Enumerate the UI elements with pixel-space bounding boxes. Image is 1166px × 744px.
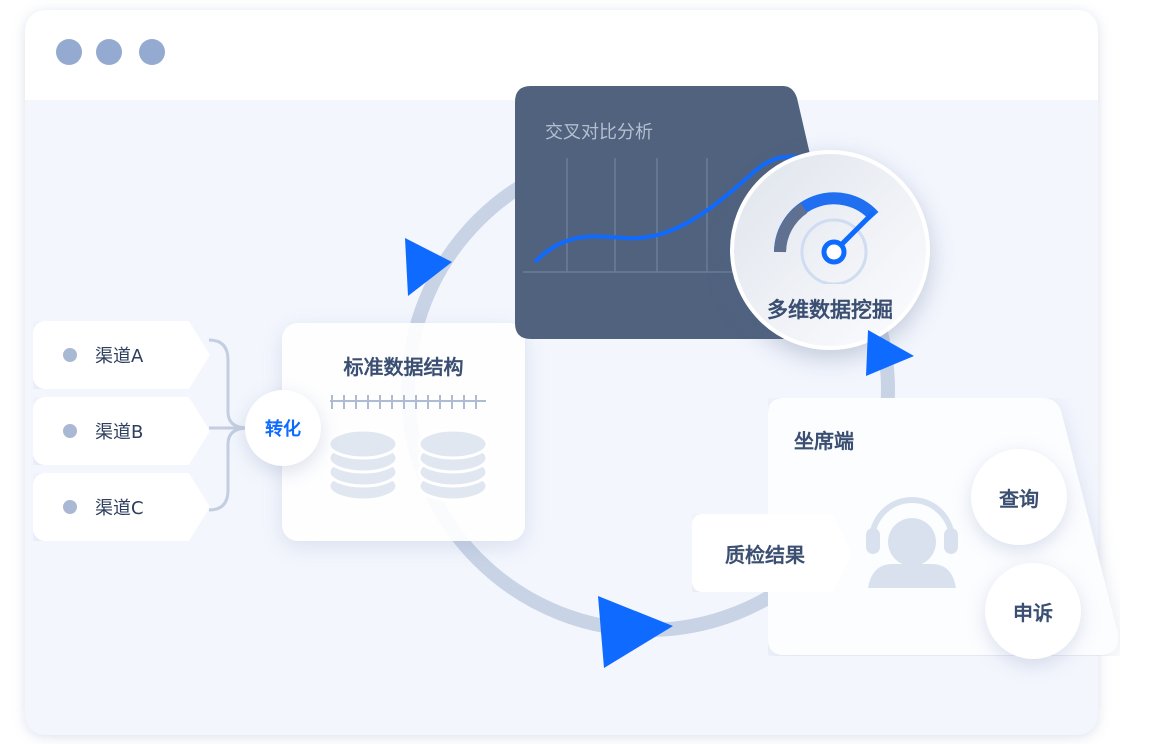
- database-icons: [327, 395, 489, 502]
- bracket-lines: [208, 338, 249, 512]
- channel-label: 渠道A: [95, 346, 144, 367]
- standard-title: 标准数据结构: [343, 355, 464, 379]
- channel-label: 渠道C: [95, 498, 144, 519]
- appeal-button[interactable]: 申诉: [985, 563, 1081, 659]
- agent-title: 坐席端: [794, 429, 854, 453]
- convert-badge: 转化: [245, 390, 321, 466]
- data-mining-circle: 多维数据挖掘: [730, 150, 930, 350]
- channel-label: 渠道B: [95, 422, 144, 443]
- qc-result-tag: 质检结果: [692, 514, 852, 592]
- mining-label: 多维数据挖掘: [767, 298, 893, 322]
- channel-tag-b: 渠道B: [33, 397, 210, 465]
- query-button[interactable]: 查询: [971, 449, 1067, 545]
- channel-tag-c: 渠道C: [33, 473, 210, 541]
- gauge-icon: [774, 192, 879, 284]
- analysis-title: 交叉对比分析: [545, 122, 653, 143]
- database-icon: [417, 428, 489, 502]
- database-icon: [327, 428, 399, 502]
- channel-tag-a: 渠道A: [33, 321, 210, 389]
